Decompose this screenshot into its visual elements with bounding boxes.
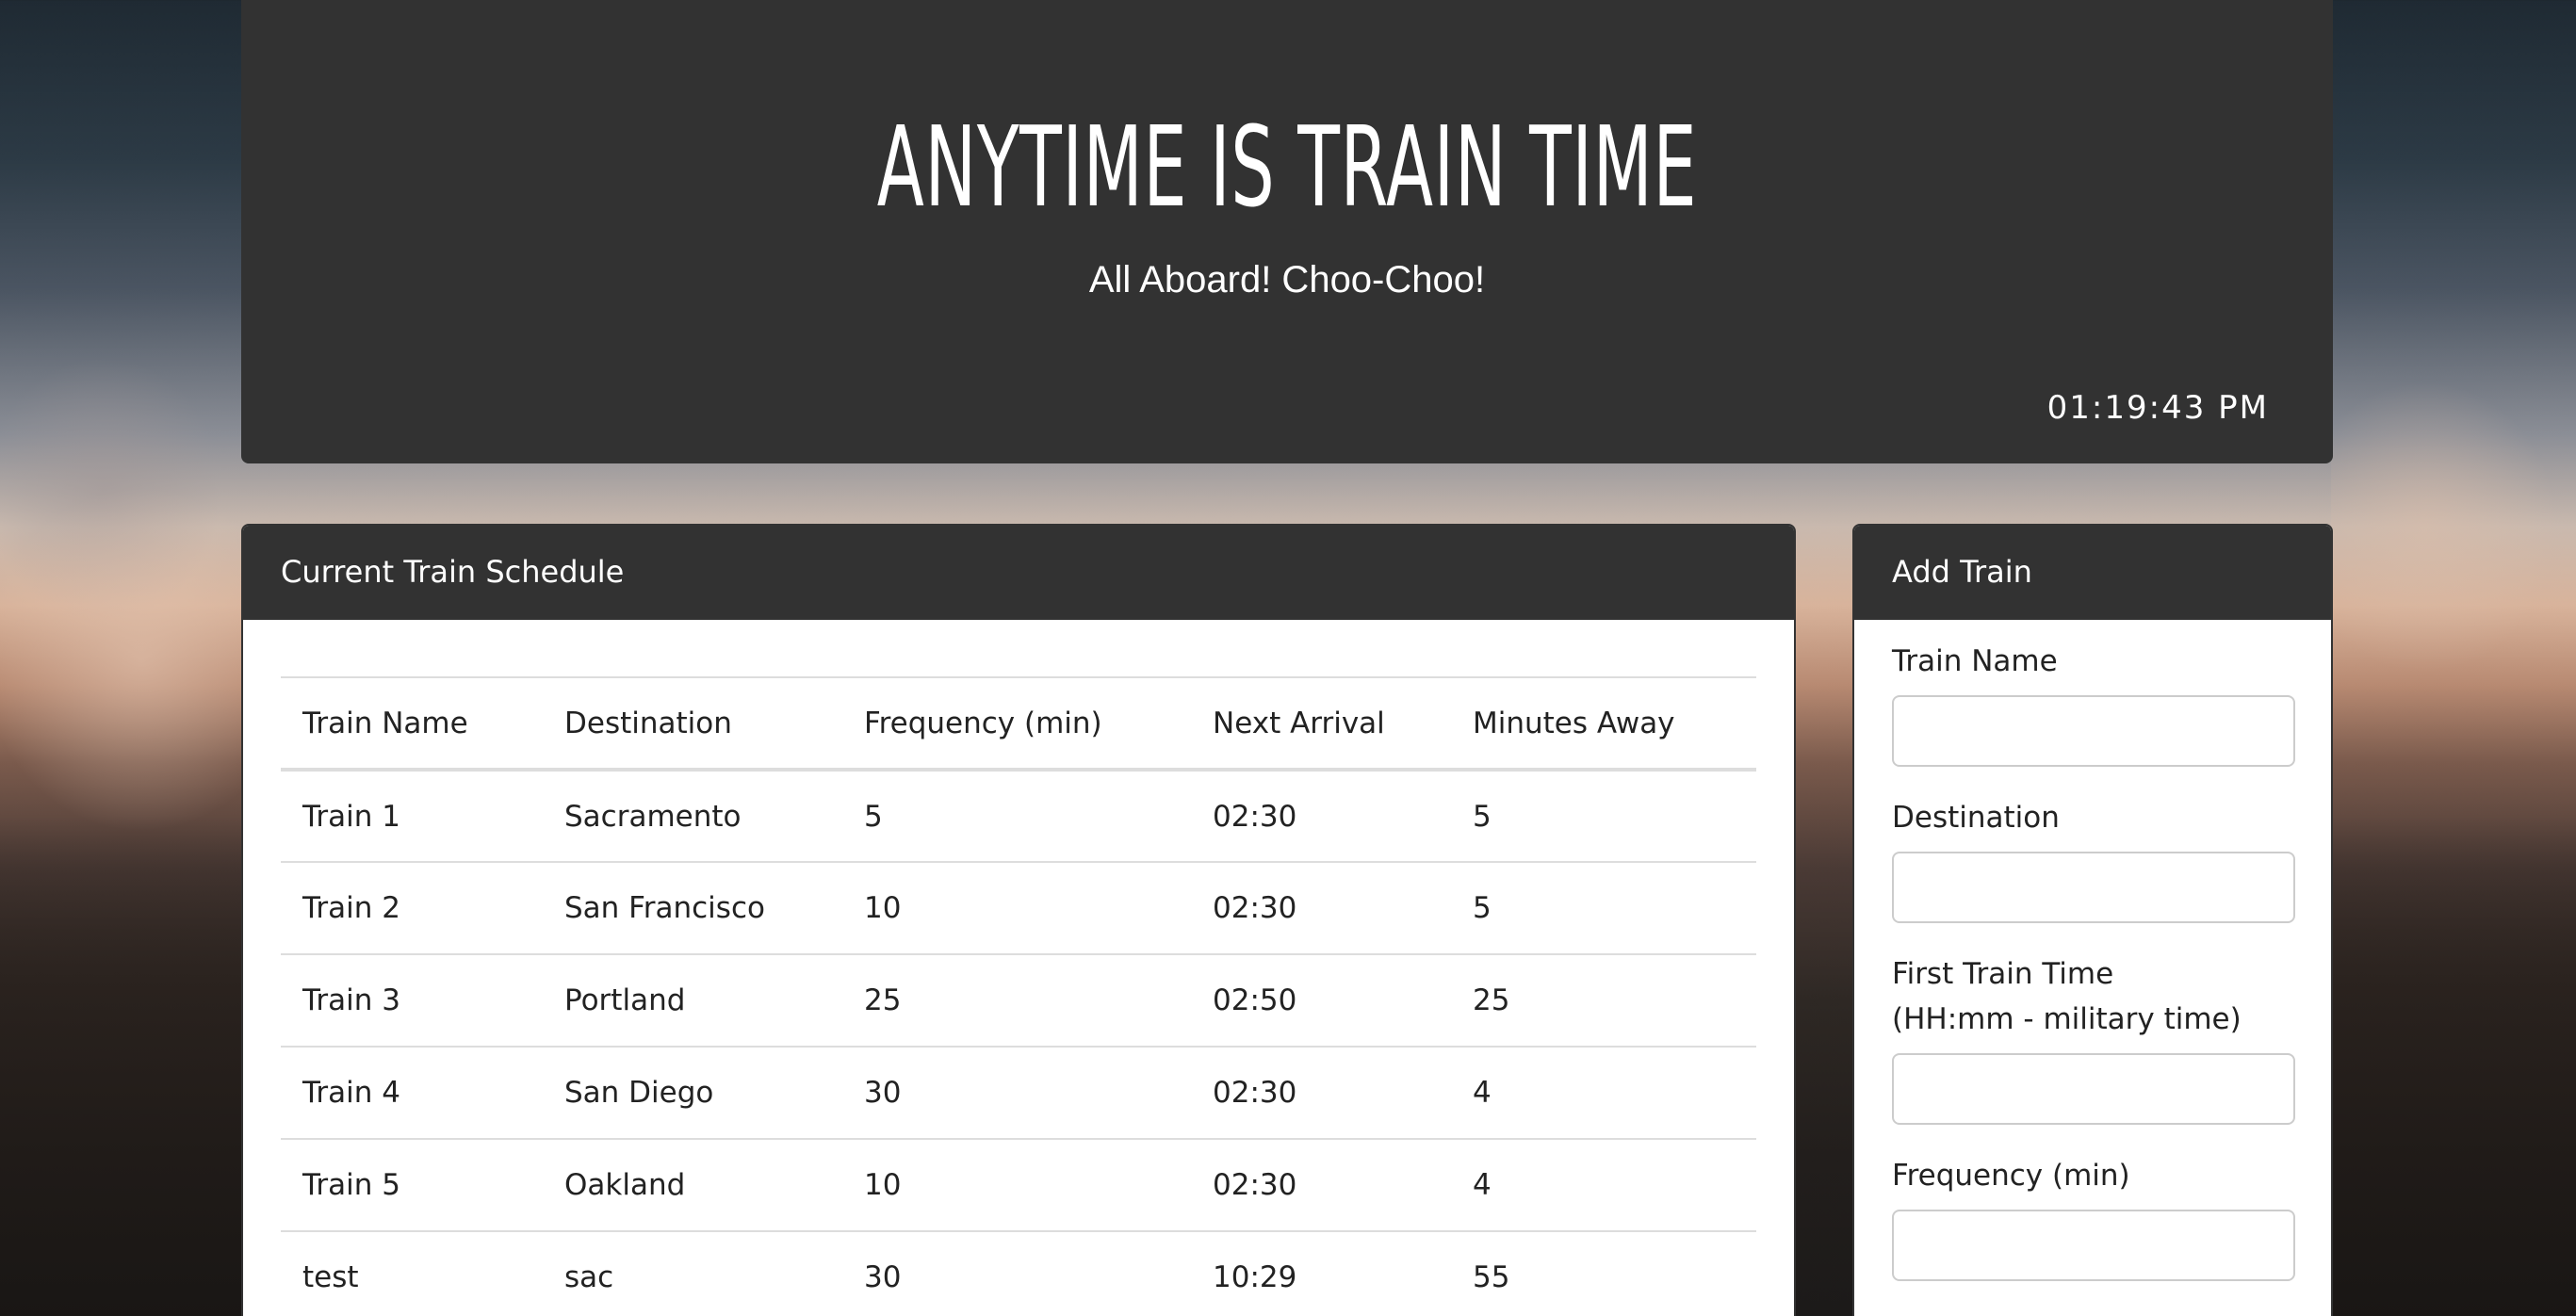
- cell-train-name: Train 4: [281, 1047, 543, 1140]
- column-header-minutes-away: Minutes Away: [1451, 676, 1756, 772]
- table-row: Train 5 Oakland 10 02:30 4: [281, 1139, 1756, 1232]
- header-jumbotron: ANYTIME IS TRAIN TIME All Aboard! Choo-C…: [241, 0, 2333, 463]
- destination-input[interactable]: [1892, 852, 2295, 923]
- cell-minutes-away: 4: [1451, 1047, 1756, 1140]
- add-train-panel-heading: Add Train: [1854, 526, 2331, 620]
- cell-minutes-away: 25: [1451, 954, 1756, 1048]
- cell-destination: San Diego: [543, 1047, 842, 1140]
- cell-destination: sac: [543, 1231, 842, 1316]
- cell-train-name: Train 3: [281, 954, 543, 1048]
- cell-frequency: 10: [842, 862, 1191, 955]
- page-subtitle: All Aboard! Choo-Choo!: [1088, 259, 1486, 301]
- table-row: Train 1 Sacramento 5 02:30 5: [281, 770, 1756, 863]
- cell-destination: San Francisco: [543, 862, 842, 955]
- table-row: Train 3 Portland 25 02:50 25: [281, 954, 1756, 1048]
- cell-frequency: 10: [842, 1139, 1191, 1232]
- cell-next-arrival: 02:30: [1191, 1047, 1451, 1140]
- first-train-time-hint: (HH:mm - military time): [1892, 1002, 2242, 1036]
- add-train-panel: Add Train Train Name Destination First T…: [1852, 524, 2333, 1316]
- cell-train-name: test: [281, 1231, 543, 1316]
- table-row: Train 4 San Diego 30 02:30 4: [281, 1047, 1756, 1140]
- cell-train-name: Train 2: [281, 862, 543, 955]
- current-time-clock: 01:19:43 PM: [2046, 389, 2269, 427]
- cell-minutes-away: 55: [1451, 1231, 1756, 1316]
- frequency-input[interactable]: [1892, 1210, 2295, 1281]
- cell-destination: Sacramento: [543, 770, 842, 863]
- add-train-form: Train Name Destination First Train Time …: [1892, 620, 2297, 1281]
- column-header-frequency: Frequency (min): [842, 676, 1191, 772]
- column-header-train-name: Train Name: [281, 676, 543, 772]
- cell-minutes-away: 5: [1451, 862, 1756, 955]
- train-name-label: Train Name: [1892, 644, 2058, 678]
- train-name-input[interactable]: [1892, 695, 2295, 767]
- first-train-time-label: First Train Time: [1892, 957, 2114, 991]
- cell-minutes-away: 5: [1451, 770, 1756, 863]
- destination-label: Destination: [1892, 801, 2060, 835]
- cell-train-name: Train 1: [281, 770, 543, 863]
- cell-minutes-away: 4: [1451, 1139, 1756, 1232]
- cell-next-arrival: 02:30: [1191, 862, 1451, 955]
- background-left: [0, 0, 241, 1316]
- cell-frequency: 30: [842, 1047, 1191, 1140]
- cell-frequency: 30: [842, 1231, 1191, 1316]
- column-header-next-arrival: Next Arrival: [1191, 676, 1451, 772]
- cell-next-arrival: 02:50: [1191, 954, 1451, 1048]
- cell-frequency: 25: [842, 954, 1191, 1048]
- background-right: [2331, 0, 2576, 1316]
- table-row: test sac 30 10:29 55: [281, 1231, 1756, 1316]
- cell-next-arrival: 10:29: [1191, 1231, 1451, 1316]
- first-train-time-input[interactable]: [1892, 1053, 2295, 1125]
- cell-destination: Portland: [543, 954, 842, 1048]
- cell-train-name: Train 5: [281, 1139, 543, 1232]
- cell-next-arrival: 02:30: [1191, 770, 1451, 863]
- cell-destination: Oakland: [543, 1139, 842, 1232]
- cell-frequency: 5: [842, 770, 1191, 863]
- frequency-label: Frequency (min): [1892, 1159, 2130, 1193]
- cell-next-arrival: 02:30: [1191, 1139, 1451, 1232]
- schedule-panel-heading: Current Train Schedule: [243, 526, 1794, 620]
- schedule-table: Train Name Destination Frequency (min) N…: [281, 676, 1756, 1316]
- table-header-row: Train Name Destination Frequency (min) N…: [281, 676, 1756, 772]
- page-title: ANYTIME IS TRAIN TIME: [876, 102, 1698, 232]
- column-header-destination: Destination: [543, 676, 842, 772]
- table-row: Train 2 San Francisco 10 02:30 5: [281, 862, 1756, 955]
- schedule-panel: Current Train Schedule Train Name Destin…: [241, 524, 1796, 1316]
